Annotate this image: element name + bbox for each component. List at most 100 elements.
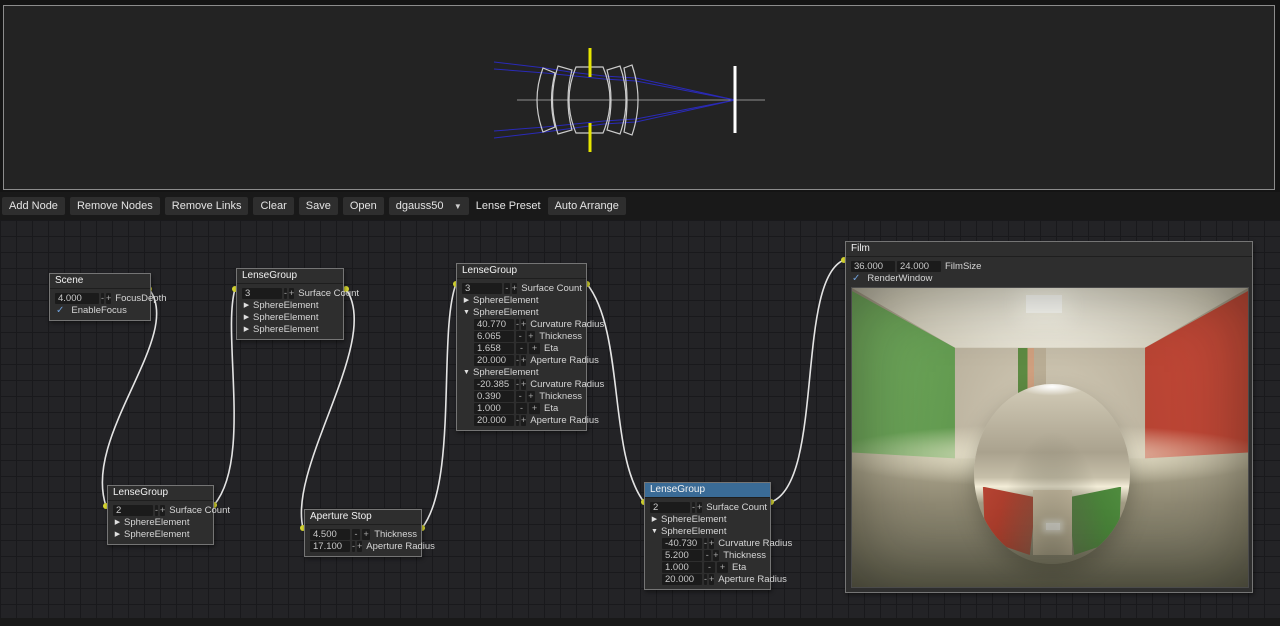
add-node-button[interactable]: Add Node <box>2 197 65 215</box>
node-title[interactable]: Scene <box>50 274 150 289</box>
remove-links-button[interactable]: Remove Links <box>165 197 249 215</box>
increment-button[interactable]: + <box>362 529 370 540</box>
film-width-field[interactable]: 36.000 <box>851 261 895 272</box>
value-field[interactable]: 40.770 <box>474 319 514 330</box>
surface-count-field[interactable]: 2 <box>113 505 153 516</box>
decrement-button[interactable]: - <box>704 574 707 585</box>
remove-nodes-button[interactable]: Remove Nodes <box>70 197 160 215</box>
node-lensegroup-4[interactable]: LenseGroup 2 - + Surface Count ▶ SphereE… <box>644 482 771 590</box>
clear-button[interactable]: Clear <box>253 197 293 215</box>
sphere-element-item[interactable]: ▶ SphereElement <box>462 295 582 306</box>
sphere-element-item[interactable]: ▶ SphereElement <box>242 324 339 335</box>
decrement-button[interactable]: - <box>155 505 158 516</box>
sphere-element-item[interactable]: ▶ SphereElement <box>242 312 339 323</box>
film-height-field[interactable]: 24.000 <box>897 261 941 272</box>
open-button[interactable]: Open <box>343 197 384 215</box>
decrement-button[interactable]: - <box>516 391 525 402</box>
increment-button[interactable]: + <box>106 293 111 304</box>
node-title[interactable]: LenseGroup <box>645 483 770 498</box>
decrement-button[interactable]: - <box>516 355 519 366</box>
increment-button[interactable]: + <box>521 319 526 330</box>
sphere-element-item[interactable]: ▶ SphereElement <box>650 514 766 525</box>
node-film[interactable]: Film 36.000 24.000 FilmSize ✓ RenderWind… <box>845 241 1253 593</box>
surface-count-field[interactable]: 3 <box>462 283 502 294</box>
decrement-button[interactable]: - <box>516 319 519 330</box>
decrement-button[interactable]: - <box>704 562 715 573</box>
increment-button[interactable]: + <box>357 541 362 552</box>
value-field[interactable]: 17.100 <box>310 541 350 552</box>
render-window-checkbox[interactable]: ✓ RenderWindow <box>851 273 1248 284</box>
increment-button[interactable]: + <box>709 574 714 585</box>
value-field[interactable]: 0.390 <box>474 391 514 402</box>
value-field[interactable]: 20.000 <box>662 574 702 585</box>
increment-button[interactable]: + <box>289 288 294 299</box>
node-title[interactable]: LenseGroup <box>457 264 586 279</box>
increment-button[interactable]: + <box>521 379 526 390</box>
collapsed-arrow-icon[interactable]: ▶ <box>463 297 470 304</box>
node-title[interactable]: LenseGroup <box>237 269 343 284</box>
node-title[interactable]: LenseGroup <box>108 486 213 501</box>
focus-depth-field[interactable]: 4.000 <box>55 293 99 304</box>
sphere-element-item[interactable]: ▶ SphereElement <box>113 517 209 528</box>
increment-button[interactable]: + <box>160 505 165 516</box>
decrement-button[interactable]: - <box>704 538 707 549</box>
decrement-button[interactable]: - <box>101 293 104 304</box>
increment-button[interactable]: + <box>529 403 540 414</box>
value-field[interactable]: 1.000 <box>662 562 702 573</box>
enable-focus-checkbox[interactable]: ✓ EnableFocus <box>55 305 146 316</box>
increment-button[interactable]: + <box>527 331 536 342</box>
decrement-button[interactable]: - <box>692 502 695 513</box>
expanded-arrow-icon[interactable]: ▼ <box>651 528 658 535</box>
sphere-element-item-expanded[interactable]: ▼ SphereElement <box>462 307 582 318</box>
auto-arrange-button[interactable]: Auto Arrange <box>548 197 626 215</box>
increment-button[interactable]: + <box>521 415 526 426</box>
decrement-button[interactable]: - <box>284 288 287 299</box>
sphere-element-item-expanded[interactable]: ▼ SphereElement <box>462 367 582 378</box>
increment-button[interactable]: + <box>512 283 518 294</box>
sphere-element-item[interactable]: ▶ SphereElement <box>113 529 209 540</box>
collapsed-arrow-icon[interactable]: ▶ <box>114 519 121 526</box>
value-field[interactable]: -40.730 <box>662 538 702 549</box>
expanded-arrow-icon[interactable]: ▼ <box>463 369 470 376</box>
decrement-button[interactable]: - <box>352 529 360 540</box>
node-title[interactable]: Film <box>846 242 1252 257</box>
collapsed-arrow-icon[interactable]: ▶ <box>243 314 250 321</box>
decrement-button[interactable]: - <box>516 415 519 426</box>
value-field[interactable]: 1.658 <box>474 343 514 354</box>
increment-button[interactable]: + <box>529 343 540 354</box>
value-field[interactable]: 20.000 <box>474 355 514 366</box>
sphere-element-item[interactable]: ▶ SphereElement <box>242 300 339 311</box>
surface-count-field[interactable]: 2 <box>650 502 690 513</box>
increment-button[interactable]: + <box>717 562 728 573</box>
collapsed-arrow-icon[interactable]: ▶ <box>243 302 250 309</box>
save-button[interactable]: Save <box>299 197 338 215</box>
value-field[interactable]: -20.385 <box>474 379 514 390</box>
decrement-button[interactable]: - <box>352 541 355 552</box>
increment-button[interactable]: + <box>713 550 720 561</box>
node-aperture-stop[interactable]: Aperture Stop 4.500 - + Thickness 17.100… <box>304 509 422 557</box>
node-title[interactable]: Aperture Stop <box>305 510 421 525</box>
increment-button[interactable]: + <box>697 502 702 513</box>
collapsed-arrow-icon[interactable]: ▶ <box>114 531 121 538</box>
node-lensegroup-3[interactable]: LenseGroup 3 - + Surface Count ▶ SphereE… <box>456 263 587 431</box>
value-field[interactable]: 5.200 <box>662 550 702 561</box>
decrement-button[interactable]: - <box>516 379 519 390</box>
node-lensegroup-1[interactable]: LenseGroup 2 - + Surface Count ▶ SphereE… <box>107 485 214 545</box>
increment-button[interactable]: + <box>527 391 536 402</box>
decrement-button[interactable]: - <box>516 343 527 354</box>
surface-count-field[interactable]: 3 <box>242 288 282 299</box>
increment-button[interactable]: + <box>521 355 526 366</box>
node-editor-canvas[interactable]: Scene 4.000 - + FocusDepth ✓ EnableFocus… <box>0 220 1280 618</box>
increment-button[interactable]: + <box>709 538 714 549</box>
decrement-button[interactable]: - <box>504 283 510 294</box>
decrement-button[interactable]: - <box>704 550 711 561</box>
node-scene[interactable]: Scene 4.000 - + FocusDepth ✓ EnableFocus <box>49 273 151 321</box>
value-field[interactable]: 6.065 <box>474 331 514 342</box>
lens-preset-dropdown[interactable]: dgauss50 ▼ <box>389 197 469 215</box>
sphere-element-item-expanded[interactable]: ▼ SphereElement <box>650 526 766 537</box>
expanded-arrow-icon[interactable]: ▼ <box>463 309 470 316</box>
collapsed-arrow-icon[interactable]: ▶ <box>651 516 658 523</box>
value-field[interactable]: 1.000 <box>474 403 514 414</box>
value-field[interactable]: 4.500 <box>310 529 350 540</box>
node-lensegroup-2[interactable]: LenseGroup 3 - + Surface Count ▶ SphereE… <box>236 268 344 340</box>
